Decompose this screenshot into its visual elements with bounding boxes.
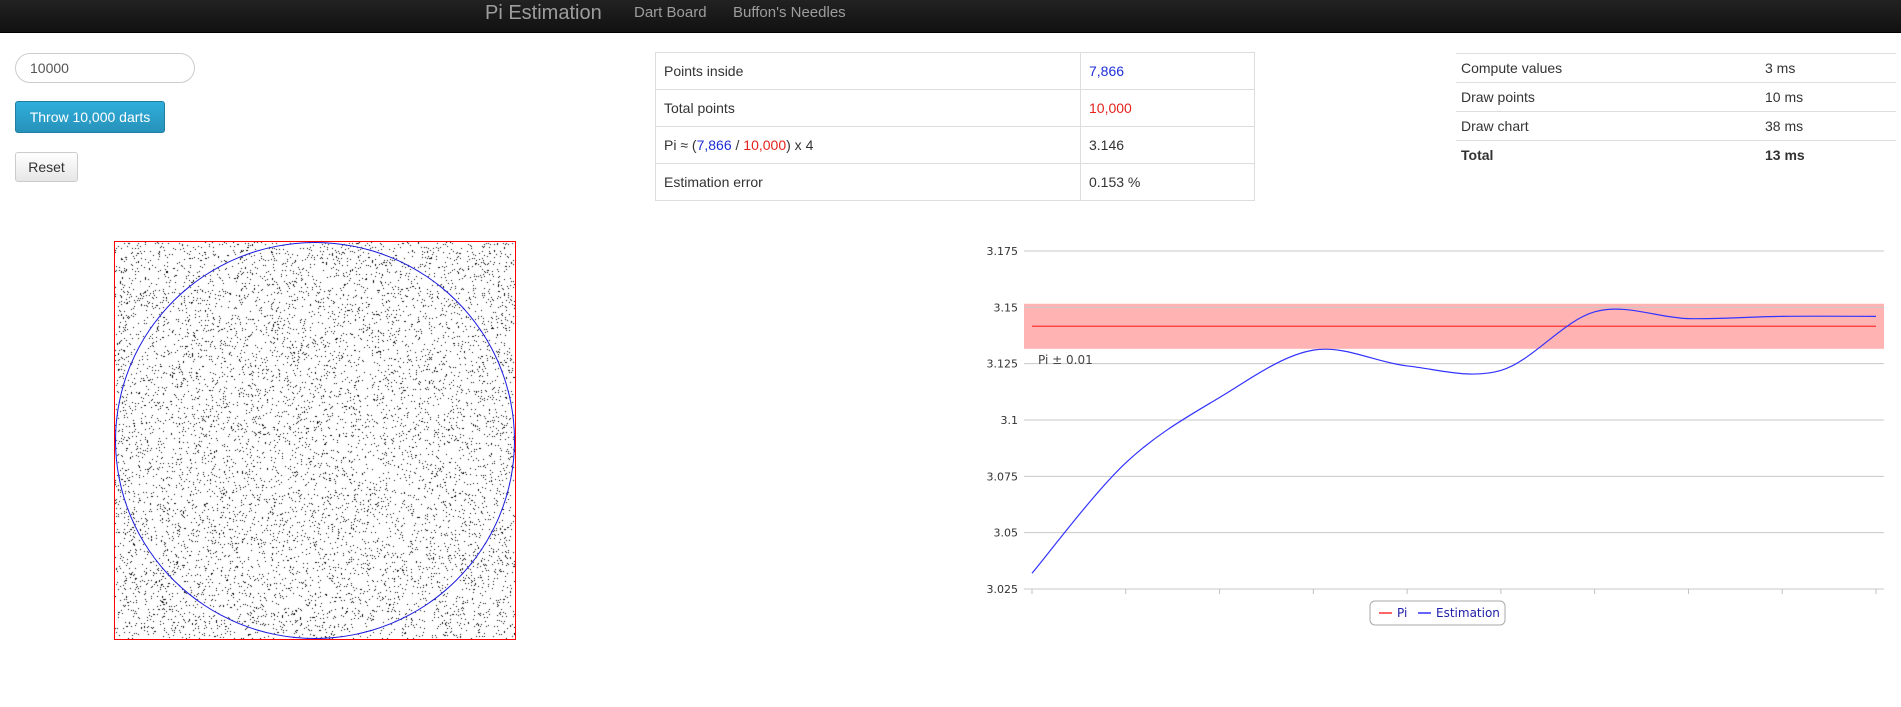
formula-inside: 7,866 (696, 137, 732, 153)
inscribed-circle (115, 242, 515, 639)
table-row: Compute values 3 ms (1456, 53, 1896, 83)
table-row: Points inside 7,866 (655, 52, 1255, 90)
timing-total-value: 13 ms (1760, 140, 1896, 170)
total-points-value: 10,000 (1080, 89, 1255, 127)
pi-estimate-value: 3.146 (1080, 126, 1255, 164)
y-tick-label: 3.175 (987, 245, 1019, 258)
chart-svg: 3.175 3.15 3.125 3.1 3.075 3.05 3.025 Pi ± 0.01… (987, 245, 1884, 626)
estimation-error-value: 0.153 % (1080, 163, 1255, 201)
timing-label: Draw points (1456, 82, 1760, 112)
y-tick-label: 3.05 (994, 527, 1019, 540)
throw-darts-button[interactable]: Throw 10,000 darts (15, 101, 165, 133)
nav-link-buffons-needles[interactable]: Buffon's Needles (733, 0, 846, 33)
y-tick-label: 3.025 (987, 583, 1019, 596)
y-tick-label: 3.1 (1001, 414, 1019, 427)
table-row: Draw points 10 ms (1456, 82, 1896, 112)
dart-board (114, 241, 516, 640)
timings-table: Compute values 3 ms Draw points 10 ms Dr… (1456, 53, 1896, 170)
dart-count-input[interactable] (15, 53, 195, 83)
results-table: Points inside 7,866 Total points 10,000 … (655, 52, 1255, 201)
timing-label: Compute values (1456, 53, 1760, 83)
timing-value: 38 ms (1760, 111, 1896, 141)
timing-total-label: Total (1456, 140, 1760, 170)
table-row: Total 13 ms (1456, 140, 1896, 170)
table-row: Total points 10,000 (655, 89, 1255, 127)
table-row: Draw chart 38 ms (1456, 111, 1896, 141)
total-points-label: Total points (655, 89, 1081, 127)
formula-suffix: ) x 4 (786, 137, 814, 153)
band-label: Pi ± 0.01 (1038, 353, 1093, 367)
points-inside-value: 7,866 (1080, 52, 1255, 90)
points-inside-label: Points inside (655, 52, 1081, 90)
table-row: Estimation error 0.153 % (655, 163, 1255, 201)
reset-button[interactable]: Reset (15, 152, 78, 182)
formula-total: 10,000 (743, 137, 787, 153)
pi-formula: Pi ≈ (7,866 / 10,000) x 4 (655, 126, 1081, 164)
formula-prefix: Pi ≈ ( (664, 137, 697, 153)
timing-value: 3 ms (1760, 53, 1896, 83)
timing-value: 10 ms (1760, 82, 1896, 112)
y-tick-label: 3.075 (987, 470, 1019, 483)
legend-label-estimation: Estimation (1436, 606, 1500, 620)
timing-label: Draw chart (1456, 111, 1760, 141)
table-row: Pi ≈ (7,866 / 10,000) x 4 3.146 (655, 126, 1255, 164)
navbar: Pi Estimation Dart Board Buffon's Needle… (0, 0, 1901, 33)
y-tick-label: 3.15 (994, 301, 1019, 314)
estimation-chart: 3.175 3.15 3.125 3.1 3.075 3.05 3.025 Pi ± 0.01… (980, 235, 1901, 635)
legend-label-pi: Pi (1397, 606, 1407, 620)
estimation-error-label: Estimation error (655, 163, 1081, 201)
brand-title[interactable]: Pi Estimation (485, 0, 602, 33)
formula-separator: / (731, 137, 744, 153)
nav-link-dart-board[interactable]: Dart Board (634, 0, 707, 33)
y-tick-label: 3.125 (987, 358, 1019, 371)
